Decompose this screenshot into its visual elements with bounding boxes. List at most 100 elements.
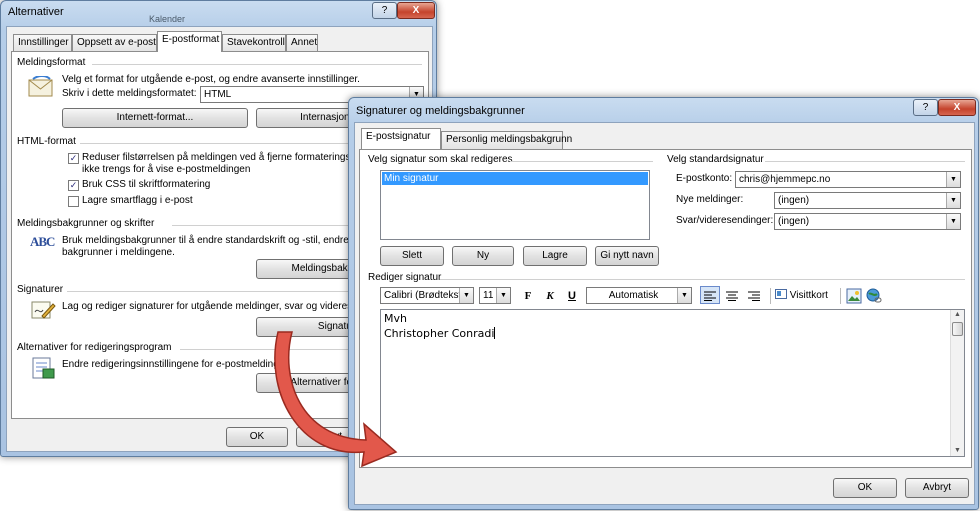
- signaturer-help-button[interactable]: ?: [913, 99, 938, 116]
- insert-picture-icon[interactable]: [846, 288, 862, 304]
- reduce-size-label-line2: ikke trengs for å vise e-postmeldingen: [82, 164, 251, 175]
- tab-innstillinger[interactable]: Innstillinger: [13, 34, 72, 52]
- backgrounds-description-line1: Bruk meldingsbakgrunner til å endre stan…: [62, 235, 375, 246]
- tab-oppsett-av-epost[interactable]: Oppsett av e-post: [72, 34, 157, 52]
- bold-button[interactable]: F: [518, 287, 538, 305]
- signaturer-close-button[interactable]: X: [938, 99, 976, 116]
- chevron-down-icon[interactable]: ▼: [459, 288, 473, 303]
- tab-stavekontroll[interactable]: Stavekontroll: [222, 34, 286, 52]
- reduce-size-checkbox[interactable]: ✓: [68, 153, 79, 164]
- tab-personlig-meldingsbakgrunn[interactable]: Personlig meldingsbakgrunn: [441, 131, 572, 149]
- document-edit-icon: [32, 357, 55, 379]
- align-center-button[interactable]: [722, 287, 742, 305]
- edit-signature-heading: Rediger signatur: [368, 272, 442, 283]
- signatures-heading: Signaturer: [17, 284, 64, 295]
- select-signature-heading: Velg signatur som skal redigeres: [368, 154, 513, 165]
- account-label: E-postkonto:: [676, 173, 733, 184]
- editor-scrollbar[interactable]: ▲ ▼: [950, 310, 964, 456]
- signaturer-title: Signaturer og meldingsbakgrunner: [356, 105, 525, 117]
- scrollbar-thumb[interactable]: [952, 322, 963, 336]
- tab-epostsignatur-label: E-postsignatur: [366, 131, 431, 142]
- reply-forward-label: Svar/videresendinger:: [676, 215, 774, 226]
- smarttag-checkbox[interactable]: [68, 196, 79, 207]
- signaturer-window: Signaturer og meldingsbakgrunner ? X E-p…: [348, 97, 979, 510]
- html-format-heading: HTML-format: [17, 136, 76, 147]
- account-value: chris@hjemmepc.no: [739, 174, 831, 185]
- new-messages-select[interactable]: (ingen) ▼: [774, 192, 961, 209]
- tab-epostsignatur[interactable]: E-postsignatur: [361, 128, 441, 149]
- alternativer-title: Alternativer: [8, 6, 64, 18]
- chevron-down-icon[interactable]: ▼: [946, 172, 960, 187]
- editor-options-heading: Alternativer for redigeringsprogram: [17, 342, 172, 353]
- reduce-size-label-line1: Reduser filstørrelsen på meldingen ved å…: [82, 152, 379, 163]
- signaturer-titlebar[interactable]: Signaturer og meldingsbakgrunner ? X: [349, 98, 978, 122]
- align-left-button[interactable]: [700, 286, 720, 304]
- toolbar-separator-2: [840, 288, 841, 304]
- italic-button[interactable]: K: [540, 287, 560, 305]
- align-left-icon: [704, 291, 716, 301]
- alternativer-help-button[interactable]: ?: [372, 2, 397, 19]
- color-value: Automatisk: [608, 290, 659, 301]
- font-value: Calibri (Brødtekst): [384, 290, 465, 301]
- internet-format-button[interactable]: Internett-format...: [62, 108, 248, 128]
- color-select[interactable]: Automatisk ▼: [586, 287, 692, 304]
- epostsignatur-panel: Velg signatur som skal redigeres Min sig…: [359, 149, 972, 468]
- select-signature-divider: [510, 161, 653, 162]
- compose-format-value: HTML: [204, 89, 232, 100]
- chevron-down-icon[interactable]: ▼: [946, 193, 960, 208]
- save-signature-button[interactable]: Lagre: [523, 246, 587, 266]
- css-formatting-label: Bruk CSS til skriftformatering: [82, 179, 211, 190]
- font-size-select[interactable]: 11 ▼: [479, 287, 511, 304]
- business-card-button[interactable]: Visittkort: [775, 287, 835, 305]
- signaturer-ok-button[interactable]: OK: [833, 478, 897, 498]
- align-center-icon: [726, 291, 738, 301]
- edit-signature-divider: [440, 279, 965, 280]
- signature-list-item[interactable]: Min signatur: [382, 172, 648, 185]
- underline-button[interactable]: U: [562, 287, 582, 305]
- meldingsformat-description: Velg et format for utgående e-post, og e…: [62, 74, 360, 85]
- abc-font-icon-text: ABC: [30, 234, 55, 249]
- backgrounds-description-line2: bakgrunner i meldingene.: [62, 247, 175, 258]
- curved-arrow-icon: [274, 331, 398, 468]
- align-right-button[interactable]: [744, 287, 764, 305]
- css-formatting-checkbox[interactable]: ✓: [68, 180, 79, 191]
- chevron-down-icon[interactable]: ▼: [496, 288, 510, 303]
- insert-hyperlink-icon[interactable]: [866, 288, 882, 304]
- new-messages-value: (ingen): [778, 195, 810, 206]
- chevron-down-icon[interactable]: ▼: [946, 214, 960, 229]
- smarttag-label: Lagre smartflagg i e-post: [82, 195, 193, 206]
- tab-annet[interactable]: Annet: [286, 34, 318, 52]
- editor-options-description: Endre redigeringsinnstillingene for e-po…: [62, 359, 290, 370]
- reply-forward-select[interactable]: (ingen) ▼: [774, 213, 961, 230]
- signature-list[interactable]: Min signatur: [380, 170, 650, 240]
- behind-window-tab: Kalender: [149, 14, 186, 24]
- toolbar-separator: [770, 288, 771, 304]
- text-cursor: [494, 327, 496, 339]
- alternativer-close-button[interactable]: X: [397, 2, 435, 19]
- new-messages-label: Nye meldinger:: [676, 194, 744, 205]
- compose-format-label: Skriv i dette meldingsformatet:: [62, 88, 197, 99]
- rename-signature-button[interactable]: Gi nytt navn: [595, 246, 659, 266]
- signaturer-cancel-button[interactable]: Avbryt: [905, 478, 969, 498]
- meldingsformat-divider: [92, 64, 422, 65]
- reply-forward-value: (ingen): [778, 216, 810, 227]
- abc-font-icon: ABC: [30, 234, 56, 258]
- chevron-down-icon[interactable]: ▼: [677, 288, 691, 303]
- alternativer-titlebar[interactable]: Alternativer Kalender ? X: [1, 1, 436, 25]
- default-signature-divider: [765, 161, 965, 162]
- signature-editor[interactable]: Mvh Christopher Conradi ▲ ▼: [380, 309, 965, 457]
- delete-signature-button[interactable]: Slett: [380, 246, 444, 266]
- font-select[interactable]: Calibri (Brødtekst) ▼: [380, 287, 474, 304]
- scroll-down-icon[interactable]: ▼: [951, 446, 964, 456]
- font-size-value: 11: [483, 290, 494, 301]
- account-select[interactable]: chris@hjemmepc.no ▼: [735, 171, 961, 188]
- signaturer-client: E-postsignatur Personlig meldingsbakgrun…: [354, 122, 975, 505]
- scroll-up-icon[interactable]: ▲: [951, 310, 964, 320]
- meldingsformat-heading: Meldingsformat: [17, 57, 86, 68]
- envelope-icon: [28, 76, 53, 97]
- tab-epostformat[interactable]: E-postformat: [157, 31, 222, 52]
- signature-pen-icon: [31, 301, 56, 319]
- new-signature-button[interactable]: Ny: [452, 246, 514, 266]
- business-card-icon: [775, 289, 787, 299]
- align-right-icon: [748, 291, 760, 301]
